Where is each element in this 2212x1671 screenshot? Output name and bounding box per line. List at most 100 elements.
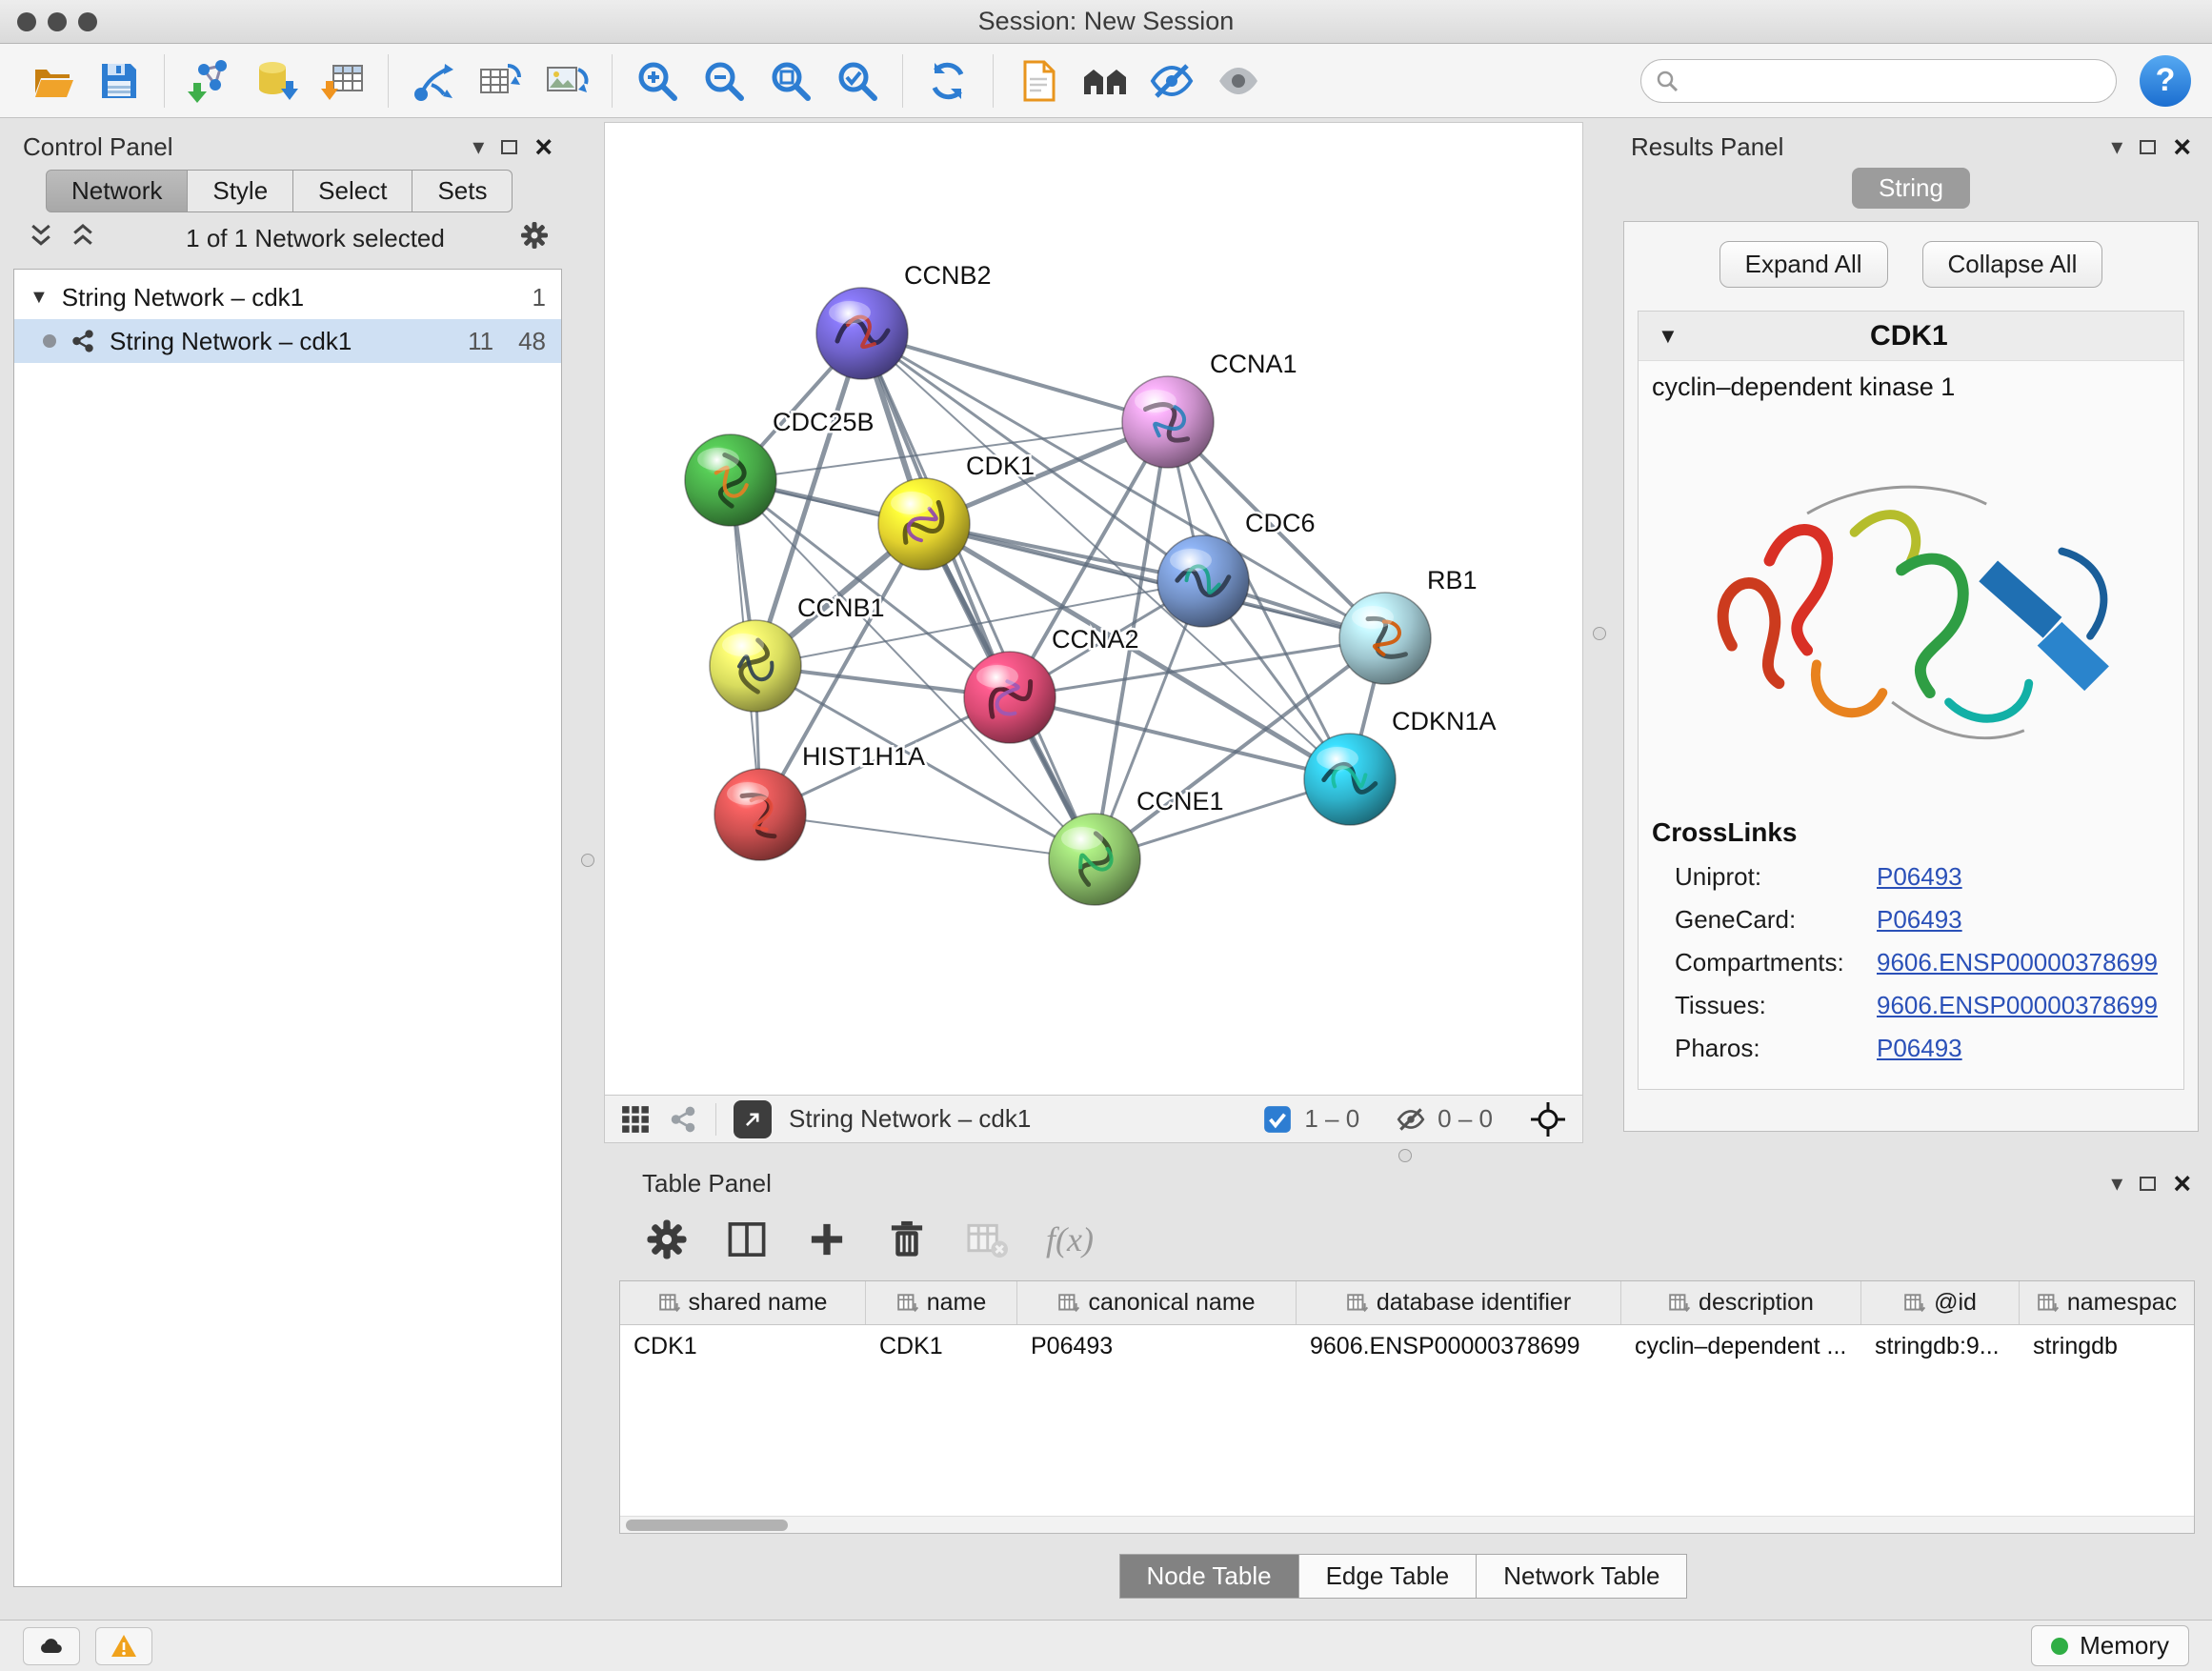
show-all-icon[interactable] [1207,50,1270,111]
expand-all-button[interactable]: Expand All [1719,241,1888,288]
tab-network-table[interactable]: Network Table [1477,1554,1687,1599]
panel-float-icon[interactable] [2140,140,2156,154]
collapse-all-button[interactable]: Collapse All [1922,241,2103,288]
crosslink-genecard-link[interactable]: P06493 [1877,905,1962,935]
network-node-CDKN1A[interactable]: CDKN1A [1304,707,1497,825]
delete-column-icon[interactable] [886,1218,928,1260]
string-results-box: Expand All Collapse All ▼ CDK1 cyclin–de… [1623,221,2199,1132]
column-header[interactable]: canonical name [1017,1281,1297,1324]
new-network-icon[interactable] [402,50,465,111]
memory-button[interactable]: Memory [2031,1625,2189,1666]
network-node-RB1[interactable]: RB1 [1339,566,1478,684]
table-settings-gear-icon[interactable] [646,1218,688,1260]
table-cell[interactable]: P06493 [1017,1325,1297,1367]
new-network-table-icon[interactable] [469,50,532,111]
birds-eye-icon[interactable] [1074,50,1136,111]
import-network-file-icon[interactable] [178,50,241,111]
tab-sets[interactable]: Sets [412,170,513,212]
popout-network-button[interactable] [734,1100,772,1138]
hide-selected-icon[interactable] [1140,50,1203,111]
zoom-out-icon[interactable] [693,50,755,111]
crosslink-pharos-link[interactable]: P06493 [1877,1034,1962,1063]
panel-close-icon[interactable]: × [534,131,553,162]
titlebar: Session: New Session [0,0,2212,44]
network-node-CCNE1[interactable]: CCNE1 [1049,787,1224,905]
column-header[interactable]: namespac [2020,1281,2194,1324]
network-node-CCNA2[interactable]: CCNA2 [964,625,1139,743]
tab-node-table[interactable]: Node Table [1119,1554,1299,1599]
help-icon[interactable]: ? [2140,55,2191,107]
crosshair-icon[interactable] [1529,1100,1567,1138]
panel-menu-icon[interactable]: ▾ [473,133,484,161]
table-cell[interactable]: stringdb:9... [1861,1325,2020,1367]
horizontal-scrollbar[interactable] [620,1516,2194,1533]
zoom-fit-icon[interactable] [759,50,822,111]
import-network-database-icon[interactable] [245,50,308,111]
panel-menu-icon[interactable]: ▾ [2111,133,2122,161]
zoom-selected-icon[interactable] [826,50,889,111]
table-cell[interactable]: stringdb [2020,1325,2194,1367]
import-table-icon[interactable] [312,50,374,111]
table-cell[interactable]: cyclin–dependent ... [1621,1325,1861,1367]
column-header[interactable]: name [866,1281,1017,1324]
collapse-protein-icon[interactable]: ▼ [1658,324,1679,349]
hidden-eye-icon[interactable] [1396,1104,1426,1135]
panel-float-icon[interactable] [2140,1177,2156,1191]
panel-close-icon[interactable]: × [2173,1168,2191,1198]
control-panel: Control Panel ▾ × Network Style Select S… [11,126,564,1589]
share-network-icon[interactable] [668,1104,698,1135]
show-columns-icon[interactable] [726,1218,768,1260]
table-cell[interactable]: CDK1 [620,1325,866,1367]
network-edge[interactable] [862,333,1095,859]
splitter-handle[interactable] [1398,1149,1412,1162]
refresh-layout-icon[interactable] [916,50,979,111]
tab-string[interactable]: String [1852,168,1970,209]
network-node-CCNA1[interactable]: CCNA1 [1122,350,1297,468]
network-collection-row[interactable]: ▼ String Network – cdk1 1 [14,275,561,319]
table-cell[interactable]: CDK1 [866,1325,1017,1367]
splitter-handle[interactable] [581,854,594,867]
column-header[interactable]: @id [1861,1281,2020,1324]
add-column-icon[interactable] [806,1218,848,1260]
column-header[interactable]: description [1621,1281,1861,1324]
collapse-all-networks-icon[interactable] [27,221,55,256]
tab-style[interactable]: Style [188,170,293,212]
grid-icon[interactable] [620,1104,651,1135]
network-canvas[interactable]: CCNB2CCNA1CDC25BCDK1CDC6RB1CCNB1CCNA2CDK… [605,123,1582,1095]
cloud-status-button[interactable] [23,1627,80,1665]
crosslink-uniprot-link[interactable]: P06493 [1877,862,1962,892]
panel-float-icon[interactable] [501,140,517,154]
network-options-gear-icon[interactable] [520,221,549,256]
crosslink-compartments-link[interactable]: 9606.ENSP00000378699 [1877,948,2158,977]
network-edge[interactable] [862,333,1168,422]
panel-menu-icon[interactable]: ▾ [2111,1170,2122,1198]
column-header[interactable]: database identifier [1297,1281,1621,1324]
tab-network[interactable]: Network [46,170,188,212]
footer-separator [715,1103,716,1136]
table-cell[interactable]: 9606.ENSP00000378699 [1297,1325,1621,1367]
warning-status-button[interactable] [95,1627,152,1665]
network-node-HIST1H1A[interactable]: HIST1H1A [714,742,925,860]
network-edge[interactable] [760,815,1095,859]
open-session-icon[interactable] [21,50,84,111]
protein-description: cyclin–dependent kinase 1 [1639,361,2183,406]
export-image-icon[interactable] [535,50,598,111]
panel-close-icon[interactable]: × [2173,131,2191,162]
zoom-in-icon[interactable] [626,50,689,111]
network-row[interactable]: String Network – cdk1 11 48 [14,319,561,363]
tab-select[interactable]: Select [293,170,412,212]
save-session-icon[interactable] [88,50,151,111]
splitter-handle[interactable] [1593,627,1606,640]
network-node-CCNB1[interactable]: CCNB1 [710,594,885,712]
scrollbar-thumb[interactable] [626,1520,788,1531]
tab-edge-table[interactable]: Edge Table [1299,1554,1478,1599]
crosslink-tissues-link[interactable]: 9606.ENSP00000378699 [1877,991,2158,1020]
annotation-icon[interactable] [1007,50,1070,111]
expand-all-networks-icon[interactable] [69,221,97,256]
network-node-CDK1[interactable]: CDK1 [878,452,1035,570]
search-input[interactable] [1689,66,2102,95]
selected-checkbox-icon[interactable] [1262,1104,1293,1135]
tree-expand-icon[interactable]: ▼ [30,287,49,309]
table-tabs: Node Table Edge Table Network Table [604,1554,2202,1599]
column-header[interactable]: shared name [620,1281,866,1324]
